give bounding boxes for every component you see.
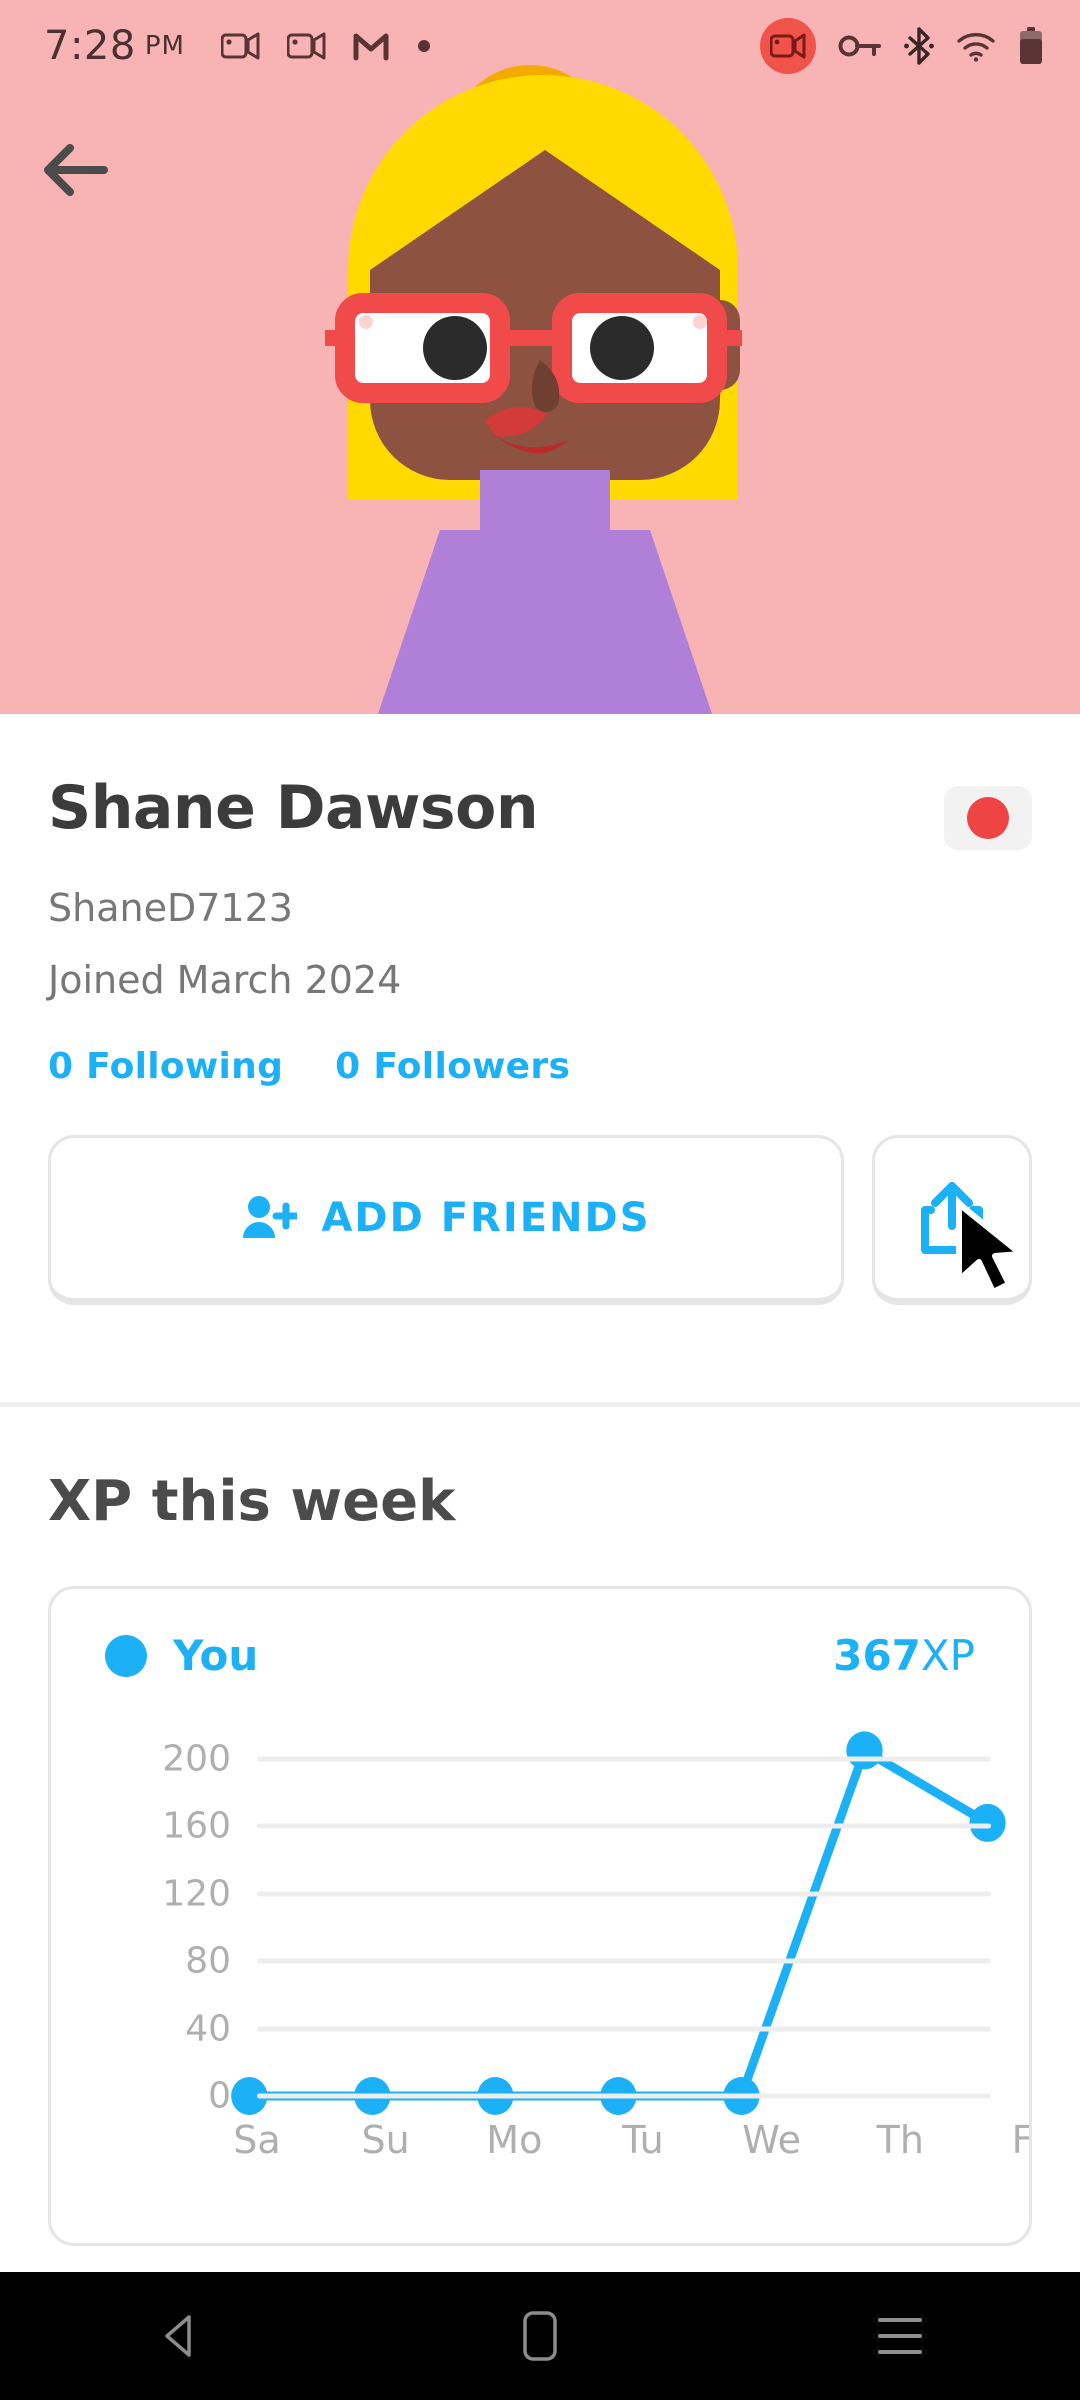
- chart-x-tick: We: [742, 2118, 802, 2162]
- chart-y-tick: 80: [185, 1940, 231, 1982]
- chart-gridline: [257, 1756, 991, 1762]
- chart-y-tick: 200: [162, 1738, 231, 1780]
- avatar-illustration: [325, 65, 742, 714]
- profile-joined-date: Joined March 2024: [48, 958, 402, 1002]
- person-add-icon: [243, 1196, 298, 1238]
- chart-gridline: [257, 1958, 991, 1964]
- chart-x-tick: Th: [876, 2118, 924, 2162]
- phone-screen: 7:28 PM Shane Dawson ShaneD7123 Joined M…: [0, 0, 1080, 2400]
- chart-y-tick: 160: [162, 1805, 231, 1847]
- android-nav-bar: [0, 2272, 1080, 2400]
- status-ampm: PM: [144, 31, 185, 61]
- following-link[interactable]: 0 Following: [48, 1046, 283, 1087]
- nav-back-button[interactable]: [120, 2276, 240, 2396]
- battery-icon: [1020, 27, 1042, 64]
- chart-x-tick: Fr: [1011, 2118, 1031, 2162]
- nav-home-icon: [523, 2311, 557, 2361]
- social-stats-row: 0 Following 0 Followers: [0, 1002, 1080, 1087]
- gmail-icon: [353, 33, 389, 61]
- screen-recording-icon: [760, 18, 816, 74]
- chart-x-tick: Mo: [486, 2118, 543, 2162]
- chart-x-tick: Tu: [622, 2118, 664, 2162]
- xp-total: 367XP: [833, 1631, 975, 1680]
- chart-gridline: [257, 2093, 991, 2099]
- country-flag-badge[interactable]: [944, 786, 1032, 850]
- japan-flag-icon: [967, 797, 1009, 839]
- chart-y-tick: 0: [208, 2075, 231, 2117]
- profile-name: Shane Dawson: [48, 773, 539, 843]
- xp-section-title: XP this week: [48, 1469, 456, 1534]
- nav-home-button[interactable]: [480, 2276, 600, 2396]
- profile-info: Shane Dawson ShaneD7123 Joined March 202…: [0, 714, 1080, 1305]
- chart-gridline: [257, 1891, 991, 1897]
- video-camera-icon: [220, 32, 260, 60]
- add-friends-button[interactable]: ADD FRIENDS: [48, 1135, 844, 1305]
- back-button[interactable]: [36, 130, 116, 210]
- chart-data-point[interactable]: [846, 1731, 883, 1770]
- chart-x-tick: Su: [361, 2118, 410, 2162]
- legend-dot-icon: [105, 1634, 147, 1677]
- chart-gridline: [257, 2026, 991, 2032]
- profile-username: ShaneD7123: [48, 886, 293, 930]
- profile-actions-row: ADD FRIENDS: [0, 1087, 1080, 1305]
- status-bar-left: 7:28 PM: [44, 23, 433, 69]
- mouse-cursor-icon: [956, 1201, 1024, 1295]
- nav-back-icon: [165, 2315, 191, 2357]
- share-button[interactable]: [872, 1135, 1032, 1305]
- profile-header: 7:28 PM: [0, 0, 1080, 714]
- status-bar-right: [760, 18, 1044, 74]
- wifi-icon: [957, 33, 995, 62]
- xp-total-value: 367: [833, 1631, 921, 1680]
- chart-legend-row: You 367XP: [81, 1623, 999, 1680]
- chart-line: [244, 1745, 992, 2101]
- xp-line-chart: 200 160 120 80 40 0Sa Su Mo Tu We Th Fr: [81, 1718, 1029, 2162]
- xp-section: XP this week You 367XP 200 160 120 80 40 0 Sa S…: [0, 1407, 1080, 2246]
- followers-link[interactable]: 0 Followers: [335, 1046, 570, 1087]
- name-row: Shane Dawson: [0, 714, 1080, 850]
- status-time: 7:28: [44, 23, 136, 69]
- dot-icon: [417, 40, 430, 52]
- chart-y-tick: 40: [185, 2008, 231, 2050]
- bluetooth-icon: [904, 27, 934, 65]
- legend-label: You: [173, 1631, 259, 1680]
- xp-total-unit: XP: [920, 1631, 975, 1680]
- chart-x-tick: Sa: [233, 2118, 281, 2162]
- back-arrow-icon: [44, 144, 108, 196]
- nav-recents-button[interactable]: [840, 2276, 960, 2396]
- xp-chart-card: You 367XP 200 160 120 80 40 0Sa Su Mo Tu We Th Fr: [48, 1586, 1032, 2246]
- chart-gridline: [257, 1823, 991, 1829]
- chart-y-tick: 120: [162, 1873, 231, 1915]
- status-bar: 7:28 PM: [0, 0, 1080, 92]
- add-friends-label: ADD FRIENDS: [321, 1195, 651, 1241]
- vpn-key-icon: [838, 35, 881, 57]
- video-camera-icon: [286, 32, 326, 60]
- nav-recents-icon: [878, 2318, 922, 2354]
